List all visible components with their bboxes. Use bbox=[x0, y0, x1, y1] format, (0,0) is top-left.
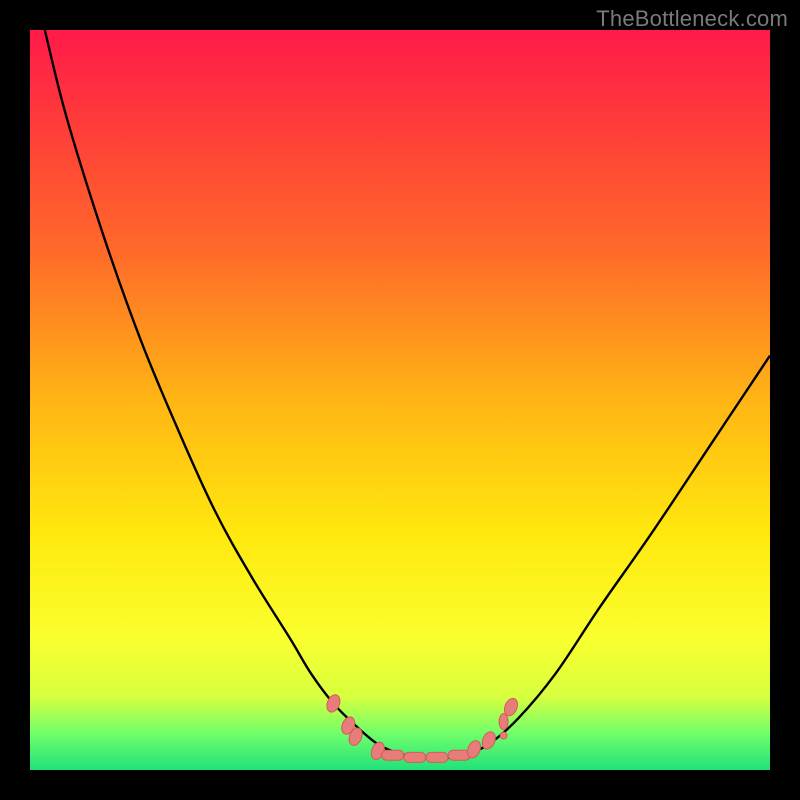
curve-marker bbox=[500, 732, 507, 739]
curve-marker bbox=[382, 750, 404, 760]
curve-layer bbox=[30, 30, 770, 770]
watermark-text: TheBottleneck.com bbox=[596, 6, 788, 32]
chart-frame: TheBottleneck.com bbox=[0, 0, 800, 800]
curve-marker bbox=[404, 752, 426, 762]
plot-area bbox=[30, 30, 770, 770]
marker-group bbox=[324, 693, 519, 763]
curve-marker bbox=[499, 714, 508, 730]
bottleneck-curve bbox=[45, 30, 770, 759]
curve-marker bbox=[426, 752, 448, 762]
curve-marker bbox=[448, 750, 470, 760]
